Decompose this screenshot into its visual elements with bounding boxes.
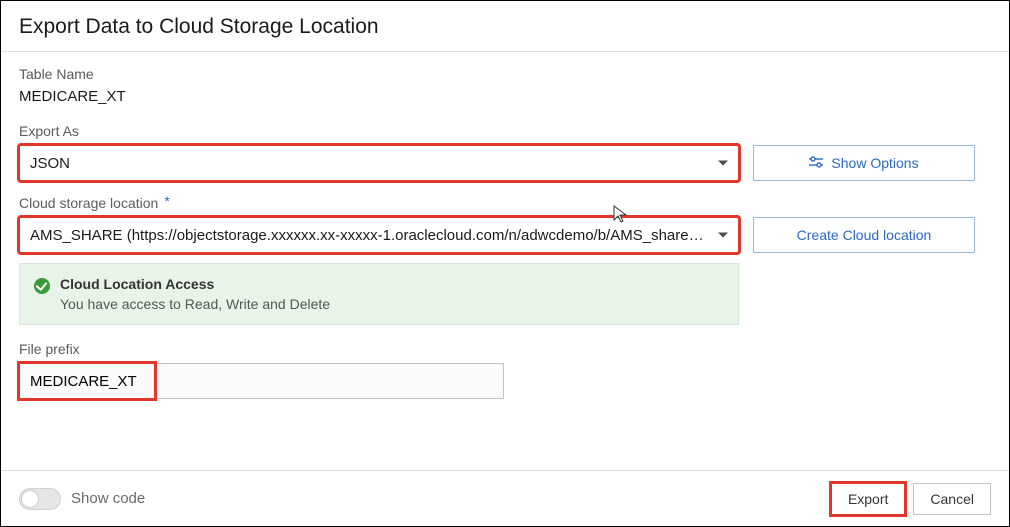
export-as-select[interactable]: JSON bbox=[19, 145, 739, 181]
show-options-button[interactable]: Show Options bbox=[753, 145, 975, 181]
status-title: Cloud Location Access bbox=[60, 276, 330, 292]
file-prefix-label: File prefix bbox=[19, 341, 991, 357]
check-circle-icon bbox=[34, 278, 50, 294]
caret-down-icon bbox=[718, 233, 728, 238]
table-name-label: Table Name bbox=[19, 66, 991, 82]
show-code-label: Show code bbox=[71, 490, 145, 507]
toggle-knob bbox=[21, 490, 39, 508]
file-prefix-input[interactable] bbox=[19, 363, 504, 399]
create-cloud-location-button[interactable]: Create Cloud location bbox=[753, 217, 975, 253]
status-text: You have access to Read, Write and Delet… bbox=[60, 296, 330, 312]
sliders-icon bbox=[809, 155, 823, 172]
status-banner: Cloud Location Access You have access to… bbox=[19, 263, 739, 325]
caret-down-icon bbox=[718, 161, 728, 166]
create-cloud-location-label: Create Cloud location bbox=[797, 227, 932, 243]
cloud-location-value: AMS_SHARE (https://objectstorage.xxxxxx.… bbox=[30, 227, 708, 244]
export-as-label: Export As bbox=[19, 123, 739, 139]
export-as-value: JSON bbox=[30, 155, 70, 172]
table-name-value: MEDICARE_XT bbox=[19, 88, 991, 105]
export-button[interactable]: Export bbox=[831, 483, 905, 515]
show-code-toggle[interactable] bbox=[19, 488, 61, 510]
dialog-title: Export Data to Cloud Storage Location bbox=[1, 1, 1009, 52]
cursor-icon bbox=[613, 205, 629, 226]
cloud-location-label: Cloud storage location* bbox=[19, 195, 739, 211]
cloud-location-select[interactable]: AMS_SHARE (https://objectstorage.xxxxxx.… bbox=[19, 217, 739, 253]
show-options-label: Show Options bbox=[831, 155, 918, 171]
required-asterisk: * bbox=[164, 193, 169, 209]
cancel-button[interactable]: Cancel bbox=[913, 483, 991, 515]
